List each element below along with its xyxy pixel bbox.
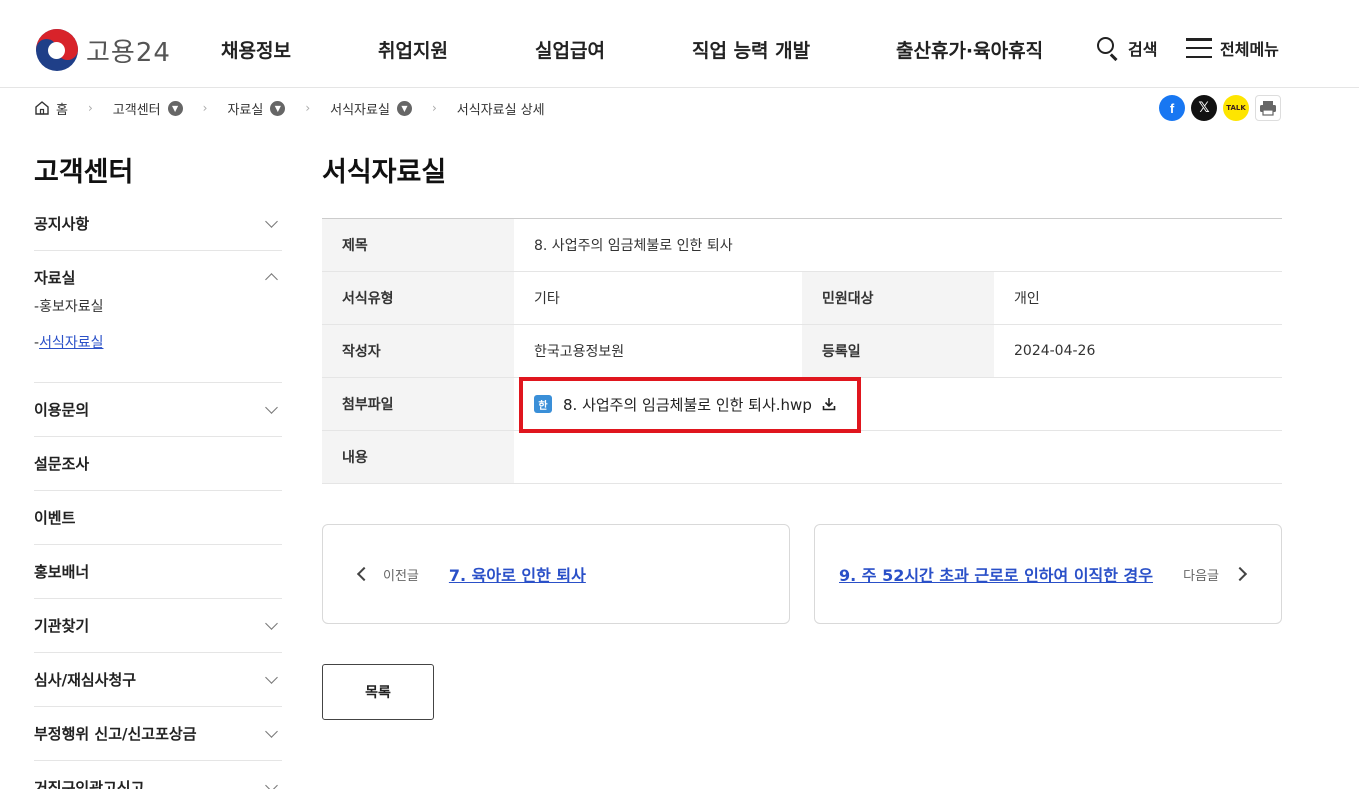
sidebar-item-notices[interactable]: 공지사항	[34, 197, 282, 251]
breadcrumb-current: 서식자료실 상세	[456, 102, 545, 118]
dropdown-icon[interactable]: ▼	[167, 100, 183, 116]
breadcrumb-archive[interactable]: 자료실	[227, 99, 263, 118]
list-button[interactable]: 목록	[322, 664, 434, 720]
highlight-box	[519, 377, 861, 433]
hamburger-icon	[1186, 38, 1212, 58]
print-icon[interactable]	[1255, 95, 1281, 121]
sidebar-item-label: 심사/재심사청구	[34, 671, 137, 689]
chevron-right-icon	[1232, 566, 1248, 582]
prev-label: 이전글	[383, 568, 419, 584]
sidebar-item-banners[interactable]: 홍보배너	[34, 545, 282, 599]
sidebar-item-label: 거짓구인광고신고	[34, 779, 145, 789]
breadcrumb-separator: ›	[305, 101, 311, 115]
breadcrumb: 홈 › 고객센터 ▼ › 자료실 ▼ › 서식자료실 ▼ › 서식자료실 상세	[34, 98, 545, 118]
sidebar-nav: 공지사항 자료실 -홍보자료실 -서식자료실 이용문의 설문조사 이벤트 홍보배…	[34, 197, 282, 789]
sidebar-item-label: 부정행위 신고/신고포상금	[34, 725, 197, 743]
facebook-icon[interactable]: f	[1159, 95, 1185, 121]
date-value: 2024-04-26	[1014, 343, 1096, 359]
table-row: 제목 8. 사업주의 임금체불로 인한 퇴사	[322, 219, 1282, 272]
row-header: 서식유형	[322, 272, 514, 324]
all-menu-button[interactable]: 전체메뉴	[1186, 36, 1279, 60]
row-header: 민원대상	[802, 272, 994, 324]
content-value	[514, 431, 1282, 483]
sidebar-item-label: 공지사항	[34, 215, 90, 233]
row-header: 등록일	[802, 325, 994, 377]
sidebar-item-label: 자료실	[34, 269, 76, 287]
sidebar-item-label: 홍보배너	[34, 563, 90, 581]
form-type-value: 기타	[534, 291, 560, 307]
nav-item-jobs[interactable]: 채용정보	[221, 36, 291, 63]
row-header: 내용	[322, 431, 514, 483]
share-bar: f 𝕏 TALK	[1159, 95, 1281, 121]
next-post-link[interactable]: 9. 주 52시간 초과 근로로 인하여 이직한 경우	[839, 562, 1153, 586]
sidebar-item-archive[interactable]: 자료실 -홍보자료실 -서식자료실	[34, 251, 282, 383]
breadcrumb-separator: ›	[202, 101, 208, 115]
all-menu-label: 전체메뉴	[1220, 40, 1279, 59]
breadcrumb-separator: ›	[431, 101, 437, 115]
sidebar-item-review-request[interactable]: 심사/재심사청구	[34, 653, 282, 707]
breadcrumb-forms[interactable]: 서식자료실	[330, 99, 390, 118]
prev-post-link[interactable]: 7. 육아로 인한 퇴사	[449, 562, 586, 586]
sidebar-item-label: 기관찾기	[34, 617, 90, 635]
sidebar-subitem-forms[interactable]: -서식자료실	[34, 334, 282, 370]
table-row: 작성자 한국고용정보원 등록일 2024-04-26	[322, 325, 1282, 378]
site-header: 고용24 채용정보 취업지원 실업급여 직업 능력 개발 출산휴가·육아휴직 검…	[0, 0, 1359, 88]
row-header: 첨부파일	[322, 378, 514, 430]
chevron-down-icon	[265, 671, 278, 684]
prev-post-card[interactable]: 이전글 7. 육아로 인한 퇴사	[322, 524, 790, 624]
chevron-left-icon	[356, 566, 372, 582]
sidebar-submenu: -홍보자료실 -서식자료실	[34, 298, 282, 382]
nav-item-maternity-leave[interactable]: 출산휴가·육아휴직	[896, 36, 1043, 63]
target-value: 개인	[1014, 291, 1040, 307]
sidebar-subitem-pr-materials[interactable]: -홍보자료실	[34, 298, 282, 334]
chevron-down-icon	[265, 617, 278, 630]
subject-value: 8. 사업주의 임금체불로 인한 퇴사	[534, 238, 733, 254]
sidebar-item-label: 이용문의	[34, 401, 90, 419]
chevron-down-icon	[265, 401, 278, 414]
breadcrumb-home[interactable]: 홈	[56, 99, 68, 118]
page-title: 서식자료실	[322, 157, 447, 188]
x-twitter-icon[interactable]: 𝕏	[1191, 95, 1217, 121]
next-label: 다음글	[1183, 568, 1219, 584]
sidebar-item-inquiry[interactable]: 이용문의	[34, 383, 282, 437]
sidebar-title: 고객센터	[34, 157, 134, 188]
sidebar-item-find-office[interactable]: 기관찾기	[34, 599, 282, 653]
table-row: 서식유형 기타 민원대상 개인	[322, 272, 1282, 325]
sidebar-item-label: 설문조사	[34, 455, 90, 473]
sidebar-item-events[interactable]: 이벤트	[34, 491, 282, 545]
breadcrumb-separator: ›	[87, 101, 93, 115]
sidebar-item-label: 이벤트	[34, 509, 76, 527]
author-value: 한국고용정보원	[534, 344, 625, 360]
breadcrumb-customer-center[interactable]: 고객센터	[113, 99, 161, 118]
chevron-up-icon	[265, 273, 278, 286]
chevron-down-icon	[265, 779, 278, 789]
dropdown-icon[interactable]: ▼	[270, 100, 286, 116]
nav-item-skill-development[interactable]: 직업 능력 개발	[692, 36, 810, 63]
sidebar-item-fraud-report[interactable]: 부정행위 신고/신고포상금	[34, 707, 282, 761]
kakaotalk-icon[interactable]: TALK	[1223, 95, 1249, 121]
next-post-card[interactable]: 9. 주 52시간 초과 근로로 인하여 이직한 경우 다음글	[814, 524, 1282, 624]
search-label: 검색	[1128, 40, 1158, 59]
search-button[interactable]: 검색	[1096, 36, 1158, 61]
sidebar-item-false-ad-report[interactable]: 거짓구인광고신고	[34, 761, 282, 789]
search-icon	[1096, 36, 1120, 61]
dropdown-icon[interactable]: ▼	[396, 100, 412, 116]
row-header: 작성자	[322, 325, 514, 377]
chevron-down-icon	[265, 725, 278, 738]
nav-item-unemployment-benefit[interactable]: 실업급여	[535, 36, 605, 63]
nav-item-employment-support[interactable]: 취업지원	[378, 36, 448, 63]
row-header: 제목	[322, 219, 514, 271]
home-icon[interactable]	[34, 100, 50, 116]
table-row: 내용	[322, 431, 1282, 484]
chevron-down-icon	[265, 215, 278, 228]
sidebar-item-survey[interactable]: 설문조사	[34, 437, 282, 491]
detail-table: 제목 8. 사업주의 임금체불로 인한 퇴사 서식유형 기타 민원대상 개인 작…	[322, 218, 1282, 484]
